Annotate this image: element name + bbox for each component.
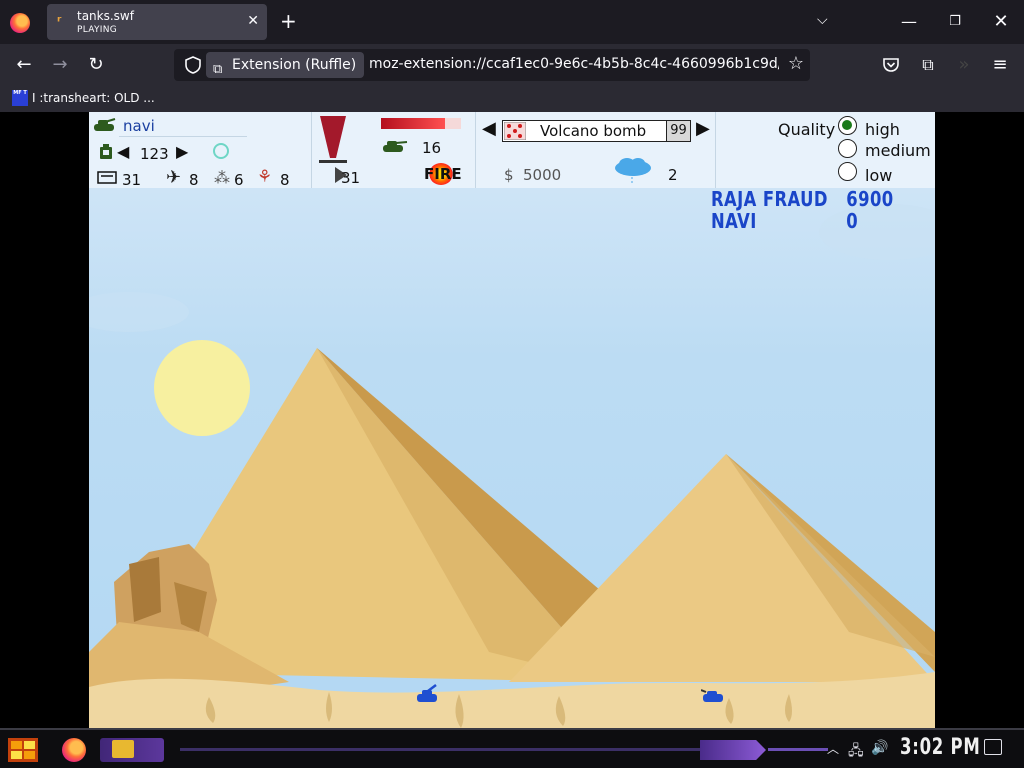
app-menu-icon[interactable]: ≡: [987, 52, 1013, 78]
tab-title: tanks.swf: [77, 9, 134, 23]
weapon-next-button[interactable]: ▶: [696, 118, 710, 139]
taskbar-decoration: [700, 740, 766, 760]
fuel-value: 123: [140, 145, 169, 163]
puzzle-icon: ⧉: [213, 62, 223, 77]
url-bar[interactable]: ⧉ Extension (Ruffle) moz-extension://cca…: [174, 49, 810, 81]
power-value: 16: [422, 139, 442, 157]
battery-icon: [97, 171, 117, 184]
weapon-selector[interactable]: Volcano bomb 99: [502, 120, 691, 142]
overflow-icon[interactable]: »: [951, 52, 977, 78]
scoreboard: RAJA FRAUD 6900 NAVI 0: [711, 187, 893, 233]
player-tank: [417, 684, 437, 702]
teleports-count: 8: [280, 171, 290, 189]
taskbar-decoration: [180, 748, 700, 751]
parachutes-count: 6: [234, 171, 244, 189]
score-row: NAVI 0: [711, 209, 858, 233]
close-tab-icon[interactable]: ✕: [247, 13, 259, 29]
taskbar-decoration: [768, 748, 828, 751]
parachute-icon: ⁂: [214, 168, 230, 187]
extension-identity-chip[interactable]: ⧉ Extension (Ruffle): [206, 52, 365, 78]
shields-count: 31: [122, 171, 142, 189]
restore-button[interactable]: ❐: [932, 0, 978, 44]
fire-button[interactable]: FIRE: [424, 165, 462, 183]
minimize-button[interactable]: —: [886, 0, 932, 44]
bookmark-item[interactable]: I :transheart: OLD ...: [32, 91, 155, 105]
enemy-tank: [701, 689, 723, 702]
extension-label: Extension (Ruffle): [232, 57, 357, 73]
weapon-prev-button[interactable]: ◀: [482, 118, 496, 139]
repair-icon: ✈: [166, 167, 182, 188]
tab-bar: ʳ tanks.swf PLAYING ✕ + ⌵ — ❐ ✕: [0, 0, 1024, 44]
angle-gauge-icon: [319, 116, 347, 163]
quality-high-label: high: [865, 120, 900, 139]
money-symbol: $: [504, 166, 514, 184]
score-row: RAJA FRAUD 6900: [711, 187, 893, 211]
quality-high-radio[interactable]: [838, 116, 857, 135]
navigation-toolbar: ← → ↻ ⧉ Extension (Ruffle) moz-extension…: [0, 44, 1024, 86]
tray-chevron-icon[interactable]: ︿: [827, 740, 839, 757]
bookmark-star-icon[interactable]: ☆: [788, 53, 804, 74]
list-all-tabs-button[interactable]: ⌵: [817, 12, 828, 28]
score-value: 0: [846, 209, 859, 233]
pocket-icon[interactable]: [882, 56, 900, 74]
quality-low-label: low: [865, 166, 893, 185]
taskbar-firefox-icon[interactable]: [62, 738, 86, 762]
notification-icon[interactable]: [984, 739, 1002, 755]
back-button[interactable]: ←: [11, 52, 37, 78]
ruffle-tab-icon: ʳ: [57, 14, 62, 30]
money-amount: 5000: [523, 166, 562, 184]
divider: [475, 112, 476, 188]
fuel-increase-button[interactable]: ▶: [176, 142, 188, 161]
angle-value: 31: [341, 169, 361, 187]
page-content: navi ◀ 123 ▶ 31 ✈ 8 ⁂ 6 ⚘ 8 31 16 FIRE ◀…: [0, 112, 1024, 728]
quality-label: Quality: [778, 120, 836, 139]
bookmarks-toolbar: MF T I :transheart: OLD ...: [0, 86, 1024, 112]
taskbar-clock[interactable]: 3:02 PM: [900, 735, 981, 760]
close-window-button[interactable]: ✕: [978, 0, 1024, 44]
score-player-name: RAJA FRAUD: [711, 187, 828, 211]
bookmark-favicon: MF T: [12, 90, 28, 106]
divider: [311, 112, 312, 188]
divider: [715, 112, 716, 188]
new-tab-button[interactable]: +: [280, 10, 297, 32]
game-hud: navi ◀ 123 ▶ 31 ✈ 8 ⁂ 6 ⚘ 8 31 16 FIRE ◀…: [89, 112, 935, 189]
quality-medium-radio[interactable]: [838, 139, 857, 158]
divider: [119, 136, 247, 137]
power-bar-fill: [381, 118, 445, 129]
shield-status-icon: [213, 143, 229, 159]
wind-cloud-icon: [615, 158, 651, 183]
forward-button[interactable]: →: [47, 52, 73, 78]
tab-tanks[interactable]: ʳ tanks.swf PLAYING ✕: [47, 4, 267, 40]
url-text[interactable]: moz-extension://ccaf1ec0-9e6c-4b5b-8c4c-…: [369, 56, 779, 72]
power-bar[interactable]: [381, 118, 461, 129]
quality-medium-label: medium: [865, 141, 931, 160]
quality-low-radio[interactable]: [838, 162, 857, 181]
tank-icon: [94, 118, 116, 131]
network-icon[interactable]: 🖧: [848, 740, 864, 764]
score-value: 6900: [846, 187, 894, 211]
fuel-icon: [100, 144, 112, 159]
tab-playing-indicator: PLAYING: [77, 25, 118, 35]
wind-value: 2: [668, 166, 678, 184]
fuel-decrease-button[interactable]: ◀: [117, 142, 129, 161]
volcano-bomb-icon: [504, 122, 526, 140]
extensions-icon[interactable]: ⧉: [915, 52, 941, 78]
repair-count: 8: [189, 171, 199, 189]
power-tank-icon: [383, 141, 408, 152]
weapon-name: Volcano bomb: [540, 122, 647, 140]
teleport-icon: ⚘: [257, 167, 273, 187]
firefox-menu-icon[interactable]: [10, 13, 30, 33]
start-button-icon[interactable]: [6, 736, 40, 764]
tracking-protection-shield-icon[interactable]: [184, 55, 202, 75]
reload-button[interactable]: ↻: [83, 52, 109, 78]
flash-game-stage[interactable]: navi ◀ 123 ▶ 31 ✈ 8 ⁂ 6 ⚘ 8 31 16 FIRE ◀…: [89, 112, 935, 728]
weapon-count: 99: [666, 121, 690, 141]
score-player-name: NAVI: [711, 209, 757, 233]
volume-icon[interactable]: 🔊: [871, 740, 888, 756]
player-name: navi: [123, 117, 155, 135]
file-explorer-icon[interactable]: [112, 740, 134, 758]
taskbar: ︿ 🖧 🔊 3:02 PM: [0, 728, 1024, 768]
